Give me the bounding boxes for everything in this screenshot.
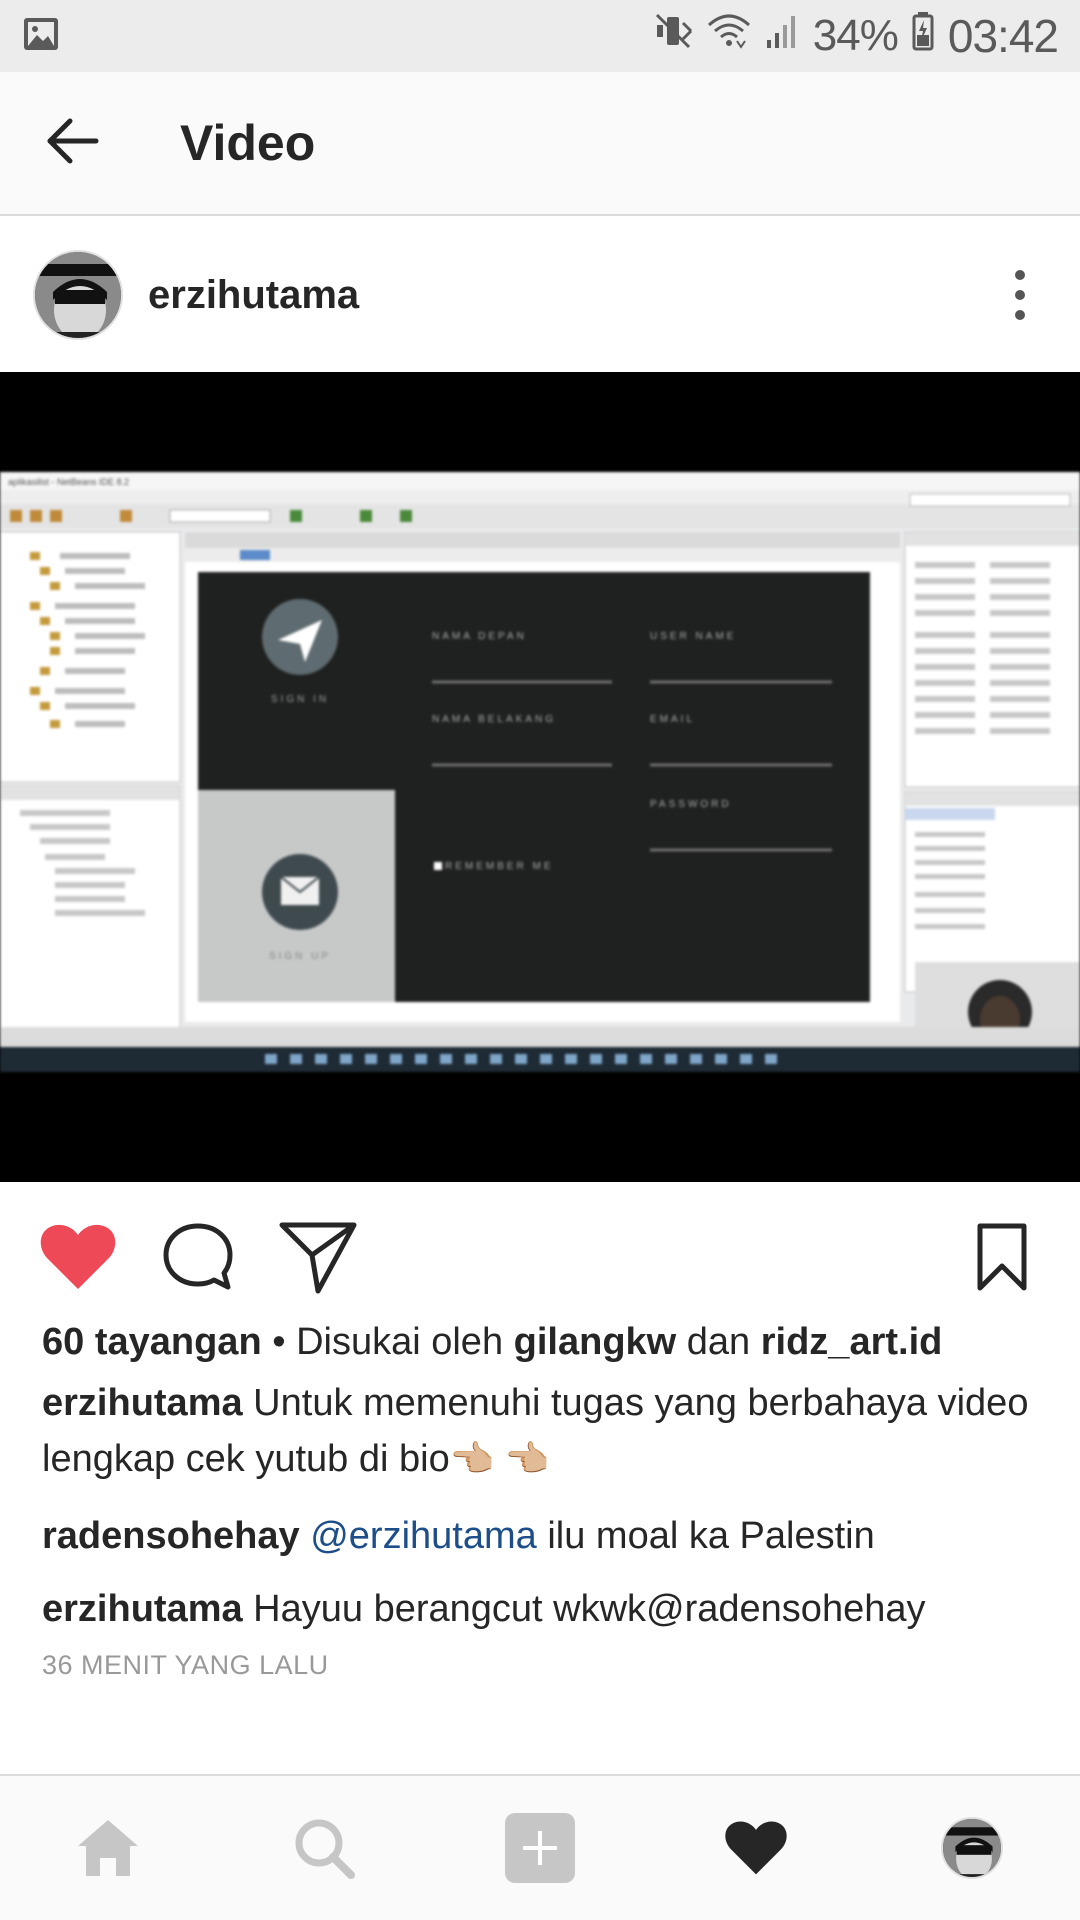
mute-icon [653, 11, 693, 62]
comment-username[interactable]: erzihutama [42, 1588, 243, 1630]
home-icon[interactable] [53, 1793, 163, 1903]
comment-username[interactable]: radensohehay [42, 1515, 300, 1557]
comment-item: erzihutama Hayuu berangcut wkwk@radensoh… [42, 1582, 1052, 1637]
form-label-last-name: NAMA BELAKANG [432, 714, 556, 725]
clock: 03:42 [947, 10, 1059, 62]
form-sign-up: SIGN UP [269, 951, 331, 962]
battery-percent: 34% [812, 11, 899, 60]
form-label-password: PASSWORD [650, 799, 732, 810]
status-bar: 34% 03:42 [0, 0, 1080, 72]
post-header: erzihutama [0, 218, 1080, 372]
form-label-remember: REMEMBER ME [445, 861, 554, 872]
more-vertical-icon[interactable] [1000, 255, 1040, 335]
view-count[interactable]: 60 tayangan [42, 1321, 262, 1363]
bookmark-icon[interactable] [957, 1212, 1047, 1302]
activity-heart-icon[interactable] [701, 1793, 811, 1903]
page-title: Video [180, 115, 316, 171]
comment-item: radensohehay @erzihutama ilu moal ka Pal… [42, 1509, 1052, 1564]
caption-emoji: 👈🏼 👈🏼 [449, 1438, 550, 1479]
signal-icon [765, 11, 799, 61]
arrow-left-icon [44, 117, 100, 170]
liker-link[interactable]: ridz_art.id [761, 1321, 943, 1363]
search-icon[interactable] [269, 1793, 379, 1903]
form-sign-in: SIGN IN [271, 694, 329, 705]
liked-by-text: • Disukai oleh [261, 1321, 514, 1363]
battery-icon [912, 11, 934, 62]
wifi-icon [707, 11, 751, 62]
bottom-nav [0, 1774, 1080, 1920]
app-header: Video [0, 72, 1080, 216]
comment-icon[interactable] [153, 1212, 243, 1302]
comment-text: ilu moal ka Palestin [536, 1515, 875, 1557]
avatar[interactable] [33, 250, 123, 340]
caption-username[interactable]: erzihutama [42, 1382, 243, 1424]
share-icon[interactable] [273, 1212, 363, 1302]
form-label-email: EMAIL [650, 714, 695, 725]
heart-icon[interactable] [33, 1212, 123, 1302]
form-label-username: USER NAME [650, 631, 736, 642]
liker-link[interactable]: gilangkw [514, 1321, 677, 1363]
video-player[interactable]: aplikasilist - NetBeans IDE 8.2 SIGN IN … [0, 372, 1080, 1182]
ide-title: aplikasilist - NetBeans IDE 8.2 [8, 477, 129, 487]
avatar [941, 1817, 1003, 1879]
comment-mention[interactable]: @erzihutama [300, 1515, 537, 1557]
likes-summary: 60 tayangan • Disukai oleh gilangkw dan … [42, 1315, 1052, 1370]
post-actions [0, 1182, 1080, 1322]
image-icon [22, 16, 60, 57]
comment-text: Hayuu berangcut wkwk@radensohehay [242, 1588, 926, 1630]
add-post-icon[interactable] [485, 1793, 595, 1903]
post-username[interactable]: erzihutama [148, 273, 359, 318]
form-label-first-name: NAMA DEPAN [432, 631, 527, 642]
back-button[interactable] [22, 93, 122, 193]
profile-avatar[interactable] [917, 1793, 1027, 1903]
post-timestamp: 36 MENIT YANG LALU [42, 1650, 329, 1680]
video-frame: aplikasilist - NetBeans IDE 8.2 SIGN IN … [0, 472, 1080, 1072]
post-caption: erzihutama Untuk memenuhi tugas yang ber… [42, 1376, 1052, 1487]
and-text: dan [676, 1321, 761, 1363]
